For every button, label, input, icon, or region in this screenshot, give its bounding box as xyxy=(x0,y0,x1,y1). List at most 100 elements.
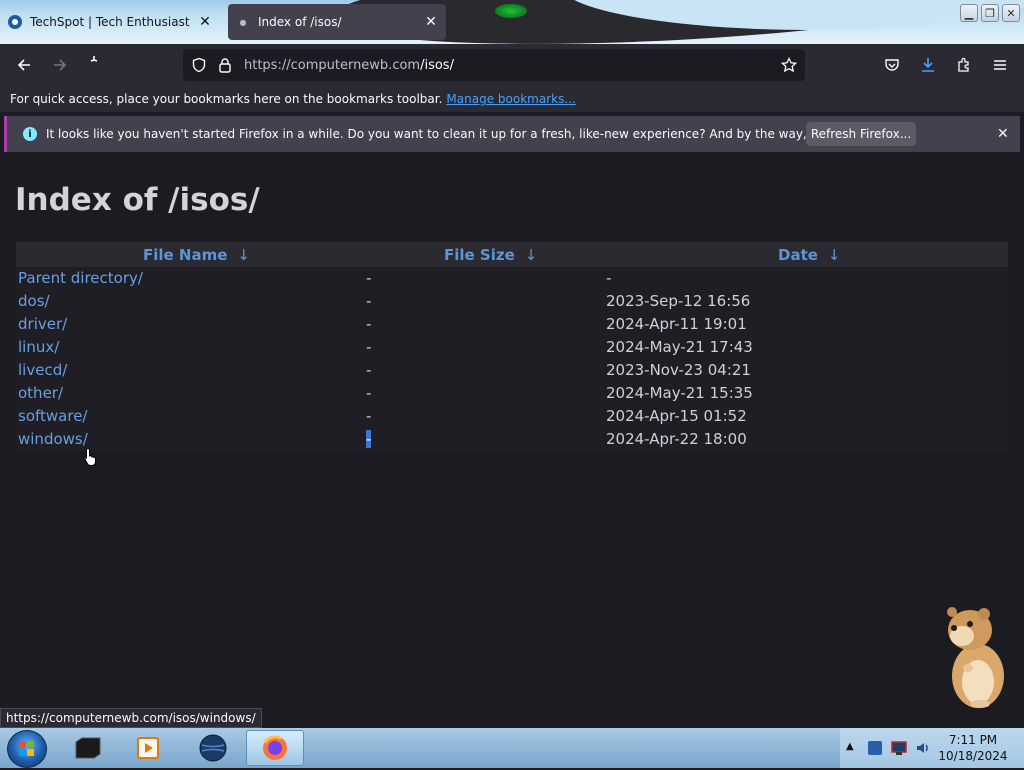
file-date: - xyxy=(606,269,612,287)
table-row: Parent directory/ - - xyxy=(16,269,1008,292)
link-status-tooltip: https://computernewb.com/isos/windows/ xyxy=(0,708,262,728)
windows-logo-icon xyxy=(19,741,34,756)
close-notification-icon[interactable]: ✕ xyxy=(997,126,1009,142)
file-size: - xyxy=(366,269,372,287)
table-row: livecd/ - 2023-Nov-23 04:21 xyxy=(16,361,1008,384)
download-icon xyxy=(922,58,934,72)
directory-link[interactable]: software/ xyxy=(18,407,87,425)
loading-icon xyxy=(90,56,98,62)
terminal-app-icon xyxy=(75,737,101,759)
forward-button[interactable] xyxy=(46,51,74,79)
file-date: 2024-Apr-11 19:01 xyxy=(606,315,747,333)
globe-app-icon xyxy=(199,734,227,762)
reload-button[interactable] xyxy=(80,47,108,75)
show-hidden-icons-icon[interactable]: ▲ xyxy=(846,741,854,752)
puzzle-icon xyxy=(958,57,969,72)
directory-link[interactable]: linux/ xyxy=(18,338,59,356)
sort-arrow-icon: ↓ xyxy=(237,246,250,264)
page-title: Index of /isos/ xyxy=(15,182,260,218)
directory-link[interactable]: Parent directory/ xyxy=(18,269,143,287)
file-date: 2024-Apr-22 18:00 xyxy=(606,430,747,448)
refresh-firefox-notification: i It looks like you haven't started Fire… xyxy=(4,116,1020,152)
taskbar: ▲ 7:11 PM 10/18/2024 xyxy=(0,728,1024,768)
pocket-button[interactable] xyxy=(878,51,906,79)
taskbar-app-media-player[interactable] xyxy=(120,730,176,766)
minimize-button[interactable]: ▁ xyxy=(960,4,978,22)
file-date: 2024-Apr-15 01:52 xyxy=(606,407,747,425)
column-header-date[interactable]: Date ↓ xyxy=(778,246,841,264)
close-tab-icon[interactable]: ✕ xyxy=(424,14,438,30)
media-player-icon xyxy=(137,737,159,759)
navigation-toolbar: https://computernewb.com/isos/ xyxy=(0,44,1024,86)
file-size: - xyxy=(366,338,372,356)
tab-techspot[interactable]: TechSpot | Tech Enthusiasts, Po ✕ xyxy=(0,4,220,40)
table-row: windows/ - 2024-Apr-22 18:00 xyxy=(16,430,1008,453)
table-row: other/ - 2024-May-21 15:35 xyxy=(16,384,1008,407)
manage-bookmarks-link[interactable]: Manage bookmarks... xyxy=(446,92,575,106)
back-arrow-icon xyxy=(17,59,30,71)
file-listing-table: File Name ↓ File Size ↓ Date ↓ Parent direc… xyxy=(16,242,1008,452)
tab-label: Index of /isos/ xyxy=(258,15,342,29)
directory-link[interactable]: dos/ xyxy=(18,292,50,310)
column-header-file-name[interactable]: File Name ↓ xyxy=(143,246,250,264)
url-text: https://computernewb.com/isos/ xyxy=(244,58,454,73)
refresh-firefox-button[interactable]: Refresh Firefox... xyxy=(806,122,916,146)
system-clock[interactable]: 7:11 PM 10/18/2024 xyxy=(930,732,1016,764)
file-date: 2024-May-21 15:35 xyxy=(606,384,753,402)
directory-link[interactable]: other/ xyxy=(18,384,63,402)
taskbar-app-terminal[interactable] xyxy=(60,730,116,766)
url-host: https://computernewb.com xyxy=(244,57,421,73)
clock-time: 7:11 PM xyxy=(948,733,998,747)
file-size: - xyxy=(366,407,372,425)
taskbar-app-globe[interactable] xyxy=(185,730,241,766)
star-bookmark-icon[interactable] xyxy=(781,57,797,73)
techspot-favicon-icon xyxy=(8,15,22,29)
start-button[interactable] xyxy=(7,730,47,768)
column-header-file-size[interactable]: File Size ↓ xyxy=(444,246,537,264)
lock-icon[interactable] xyxy=(218,57,232,73)
file-size: - xyxy=(366,361,372,379)
directory-link[interactable]: windows/ xyxy=(18,430,88,448)
close-window-button[interactable]: ✕ xyxy=(1002,4,1020,22)
tab-index-of-isos[interactable]: ● Index of /isos/ ✕ xyxy=(228,4,446,40)
network-icon[interactable] xyxy=(890,739,908,757)
info-icon: i xyxy=(23,127,37,141)
table-row: linux/ - 2024-May-21 17:43 xyxy=(16,338,1008,361)
directory-link[interactable]: livecd/ xyxy=(18,361,67,379)
url-bar[interactable]: https://computernewb.com/isos/ xyxy=(183,49,805,81)
table-row: driver/ - 2024-Apr-11 19:01 xyxy=(16,315,1008,338)
hand-cursor-icon xyxy=(84,447,96,466)
table-row: dos/ - 2023-Sep-12 16:56 xyxy=(16,292,1008,315)
file-size: - xyxy=(366,315,372,333)
clock-date: 10/18/2024 xyxy=(938,749,1008,763)
taskbar-app-firefox[interactable] xyxy=(246,730,304,766)
tab-label: TechSpot | Tech Enthusiasts, Po xyxy=(30,15,190,29)
notification-text: It looks like you haven't started Firefo… xyxy=(46,127,902,141)
sort-arrow-icon: ↓ xyxy=(827,246,841,264)
back-button[interactable] xyxy=(10,51,38,79)
shield-icon[interactable] xyxy=(191,57,207,73)
pocket-icon xyxy=(885,59,899,71)
page-favicon-icon: ● xyxy=(239,17,247,27)
downloads-button[interactable] xyxy=(914,51,942,79)
window-controls: ▁ ❐ ✕ xyxy=(960,4,1020,22)
tray-app-icon[interactable] xyxy=(866,739,884,757)
hamburger-menu-icon xyxy=(994,60,1006,70)
column-label: File Name xyxy=(143,246,228,264)
file-date: 2024-May-21 17:43 xyxy=(606,338,753,356)
file-size: - xyxy=(366,292,372,310)
column-label: Date xyxy=(778,246,818,264)
menu-button[interactable] xyxy=(986,51,1014,79)
close-tab-icon[interactable]: ✕ xyxy=(198,14,212,30)
green-orb-icon xyxy=(495,4,527,18)
file-date: 2023-Sep-12 16:56 xyxy=(606,292,751,310)
restore-button[interactable]: ❐ xyxy=(981,4,999,22)
file-size: - xyxy=(366,384,372,402)
table-body: Parent directory/ - - dos/ - 2023-Sep-12… xyxy=(16,267,1008,452)
file-date: 2023-Nov-23 04:21 xyxy=(606,361,751,379)
sort-arrow-icon: ↓ xyxy=(524,246,538,264)
extensions-button[interactable] xyxy=(950,51,978,79)
bookmarks-toolbar: For quick access, place your bookmarks h… xyxy=(0,86,1024,112)
directory-link[interactable]: driver/ xyxy=(18,315,67,333)
file-size-selected: - xyxy=(366,430,372,448)
